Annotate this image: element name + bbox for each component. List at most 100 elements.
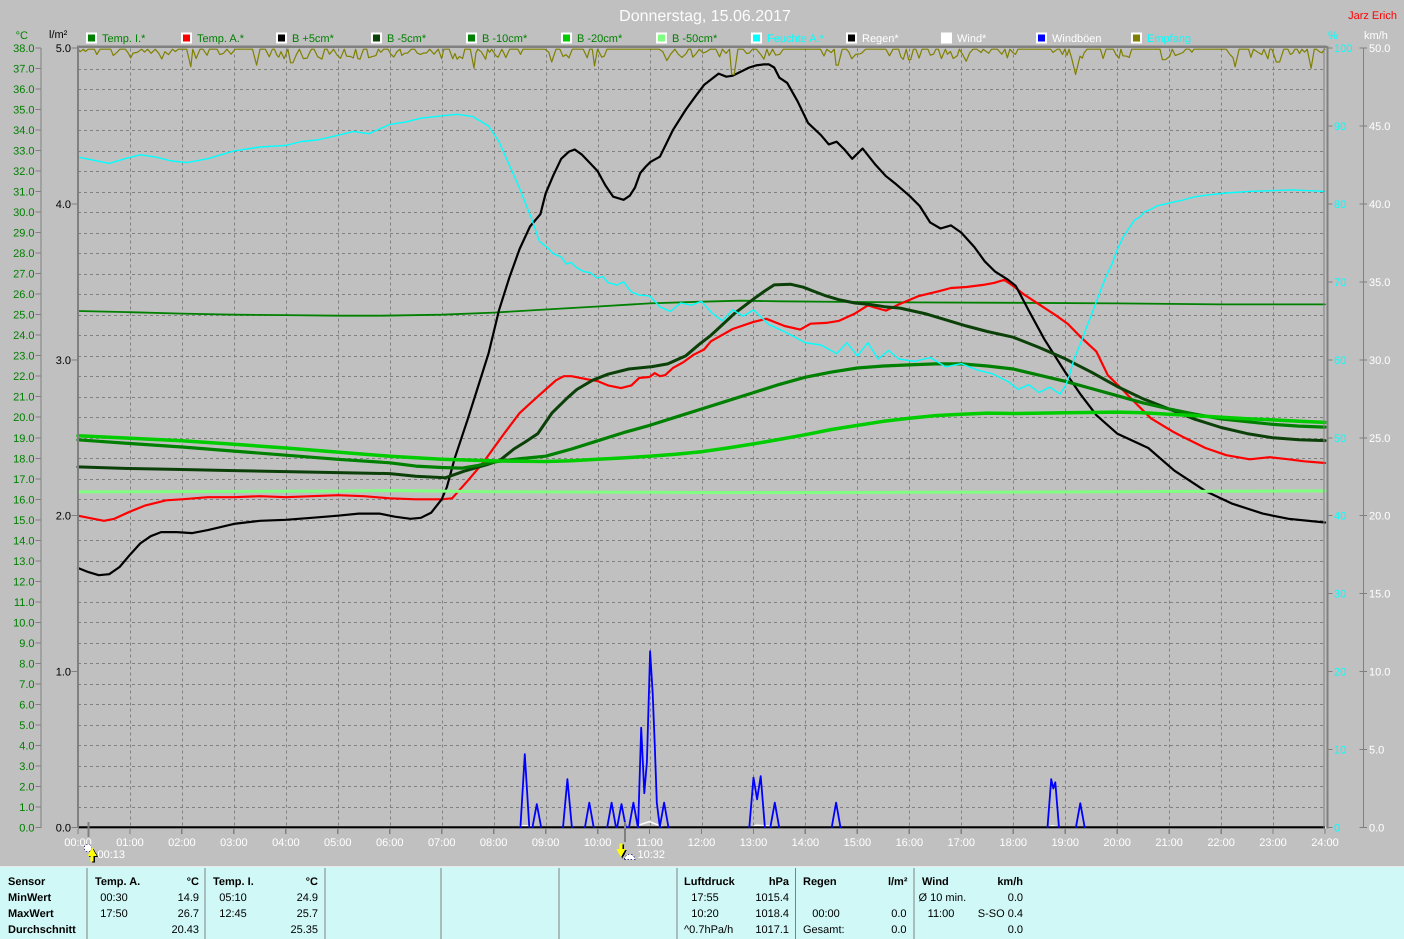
svg-text:34.0: 34.0: [13, 125, 34, 137]
svg-text:22:00: 22:00: [1207, 837, 1235, 849]
svg-text:11:00: 11:00: [928, 908, 955, 920]
svg-text:Luftdruck: Luftdruck: [684, 876, 736, 888]
svg-text:15:00: 15:00: [844, 837, 872, 849]
svg-text:40: 40: [1334, 511, 1346, 523]
svg-text:00:13: 00:13: [98, 849, 126, 861]
svg-text:5.0: 5.0: [19, 720, 34, 732]
svg-text:80: 80: [1334, 199, 1346, 211]
svg-text:25.7: 25.7: [297, 908, 318, 920]
svg-text:24.0: 24.0: [13, 330, 34, 342]
svg-text:21:00: 21:00: [1155, 837, 1183, 849]
svg-text:17.0: 17.0: [13, 474, 34, 486]
svg-text:MinWert: MinWert: [8, 892, 52, 904]
svg-text:16:00: 16:00: [896, 837, 924, 849]
svg-text:28.0: 28.0: [13, 248, 34, 260]
svg-text:km/h: km/h: [1364, 30, 1388, 42]
svg-text:35.0: 35.0: [13, 105, 34, 117]
svg-text:17:00: 17:00: [948, 837, 976, 849]
svg-text:18.0: 18.0: [13, 453, 34, 465]
svg-text:10:32: 10:32: [638, 849, 666, 861]
svg-text:11:00: 11:00: [636, 837, 663, 849]
svg-text:00:00: 00:00: [812, 908, 840, 920]
svg-text:Regen*: Regen*: [862, 33, 899, 45]
svg-text:Gesamt:: Gesamt:: [803, 924, 845, 936]
svg-text:0.0: 0.0: [891, 924, 906, 936]
svg-text:Feuchte A.*: Feuchte A.*: [767, 33, 825, 45]
svg-text:1.0: 1.0: [56, 667, 71, 679]
svg-text:10:00: 10:00: [584, 837, 612, 849]
svg-text:19.0: 19.0: [13, 433, 34, 445]
svg-text:%: %: [1328, 30, 1338, 42]
svg-text:0.0: 0.0: [1369, 823, 1384, 835]
svg-text:0: 0: [1334, 823, 1340, 835]
svg-text:MaxWert: MaxWert: [8, 908, 54, 920]
svg-text:1017.1: 1017.1: [755, 924, 789, 936]
svg-text:^0.7hPa/h: ^0.7hPa/h: [684, 924, 733, 936]
svg-text:12.0: 12.0: [13, 576, 34, 588]
svg-text:09:00: 09:00: [532, 837, 560, 849]
svg-text:1015.4: 1015.4: [755, 892, 789, 904]
svg-text:25.0: 25.0: [13, 310, 34, 322]
svg-text:33.0: 33.0: [13, 146, 34, 158]
svg-text:S-SO 0.4: S-SO 0.4: [978, 908, 1023, 920]
svg-text:Jarz Erich: Jarz Erich: [1348, 10, 1397, 22]
svg-text:27.0: 27.0: [13, 269, 34, 281]
svg-text:0.0: 0.0: [891, 908, 906, 920]
svg-text:20.0: 20.0: [13, 412, 34, 424]
svg-text:Donnerstag, 15.06.2017: Donnerstag, 15.06.2017: [619, 8, 791, 25]
svg-text:31.0: 31.0: [13, 187, 34, 199]
svg-text:2.0: 2.0: [56, 511, 71, 523]
svg-text:15.0: 15.0: [1369, 589, 1390, 601]
svg-text:30.0: 30.0: [13, 207, 34, 219]
svg-text:22.0: 22.0: [13, 371, 34, 383]
svg-text:Durchschnitt: Durchschnitt: [8, 924, 76, 936]
svg-text:30: 30: [1334, 589, 1346, 601]
svg-text:45.0: 45.0: [1369, 121, 1390, 133]
svg-text:23:00: 23:00: [1259, 837, 1287, 849]
svg-text:20.0: 20.0: [1369, 511, 1390, 523]
svg-text:12:45: 12:45: [219, 908, 247, 920]
svg-text:0.0: 0.0: [1008, 892, 1023, 904]
svg-text:24.9: 24.9: [297, 892, 318, 904]
svg-text:4.0: 4.0: [19, 740, 34, 752]
svg-text:13.0: 13.0: [13, 556, 34, 568]
svg-text:07:00: 07:00: [428, 837, 456, 849]
svg-text:06:00: 06:00: [376, 837, 404, 849]
svg-text:03:00: 03:00: [220, 837, 248, 849]
svg-text:14:00: 14:00: [792, 837, 820, 849]
svg-text:6.0: 6.0: [19, 699, 34, 711]
svg-text:38.0: 38.0: [13, 43, 34, 55]
svg-text:01:00: 01:00: [116, 837, 144, 849]
svg-text:36.0: 36.0: [13, 84, 34, 96]
svg-text:B -10cm*: B -10cm*: [482, 33, 528, 45]
svg-text:Ø 10 min.: Ø 10 min.: [919, 892, 967, 904]
svg-text:90: 90: [1334, 121, 1346, 133]
svg-text:0.0: 0.0: [1008, 924, 1023, 936]
svg-text:Wind: Wind: [922, 876, 949, 888]
svg-text:B -20cm*: B -20cm*: [577, 33, 623, 45]
svg-text:Temp. A.*: Temp. A.*: [197, 33, 245, 45]
svg-text:14.9: 14.9: [178, 892, 199, 904]
svg-text:20:00: 20:00: [1103, 837, 1131, 849]
svg-text:29.0: 29.0: [13, 228, 34, 240]
svg-text:17:55: 17:55: [691, 892, 719, 904]
svg-text:Windböen: Windböen: [1052, 33, 1102, 45]
svg-text:02:00: 02:00: [168, 837, 196, 849]
svg-text:30.0: 30.0: [1369, 355, 1390, 367]
svg-text:5.0: 5.0: [1369, 745, 1384, 757]
svg-text:3.0: 3.0: [19, 761, 34, 773]
svg-text:13:00: 13:00: [740, 837, 768, 849]
svg-text:B -50cm*: B -50cm*: [672, 33, 718, 45]
svg-text:35.0: 35.0: [1369, 277, 1390, 289]
svg-text:°C: °C: [16, 30, 28, 42]
svg-text:60: 60: [1334, 355, 1346, 367]
svg-text:20.43: 20.43: [171, 924, 199, 936]
svg-text:0.0: 0.0: [19, 823, 34, 835]
svg-text:5.0: 5.0: [56, 43, 71, 55]
svg-text:km/h: km/h: [997, 876, 1023, 888]
svg-text:4.0: 4.0: [56, 199, 71, 211]
svg-text:8.0: 8.0: [19, 658, 34, 670]
svg-text:37.0: 37.0: [13, 64, 34, 76]
svg-text:50: 50: [1334, 433, 1346, 445]
svg-text:08:00: 08:00: [480, 837, 508, 849]
